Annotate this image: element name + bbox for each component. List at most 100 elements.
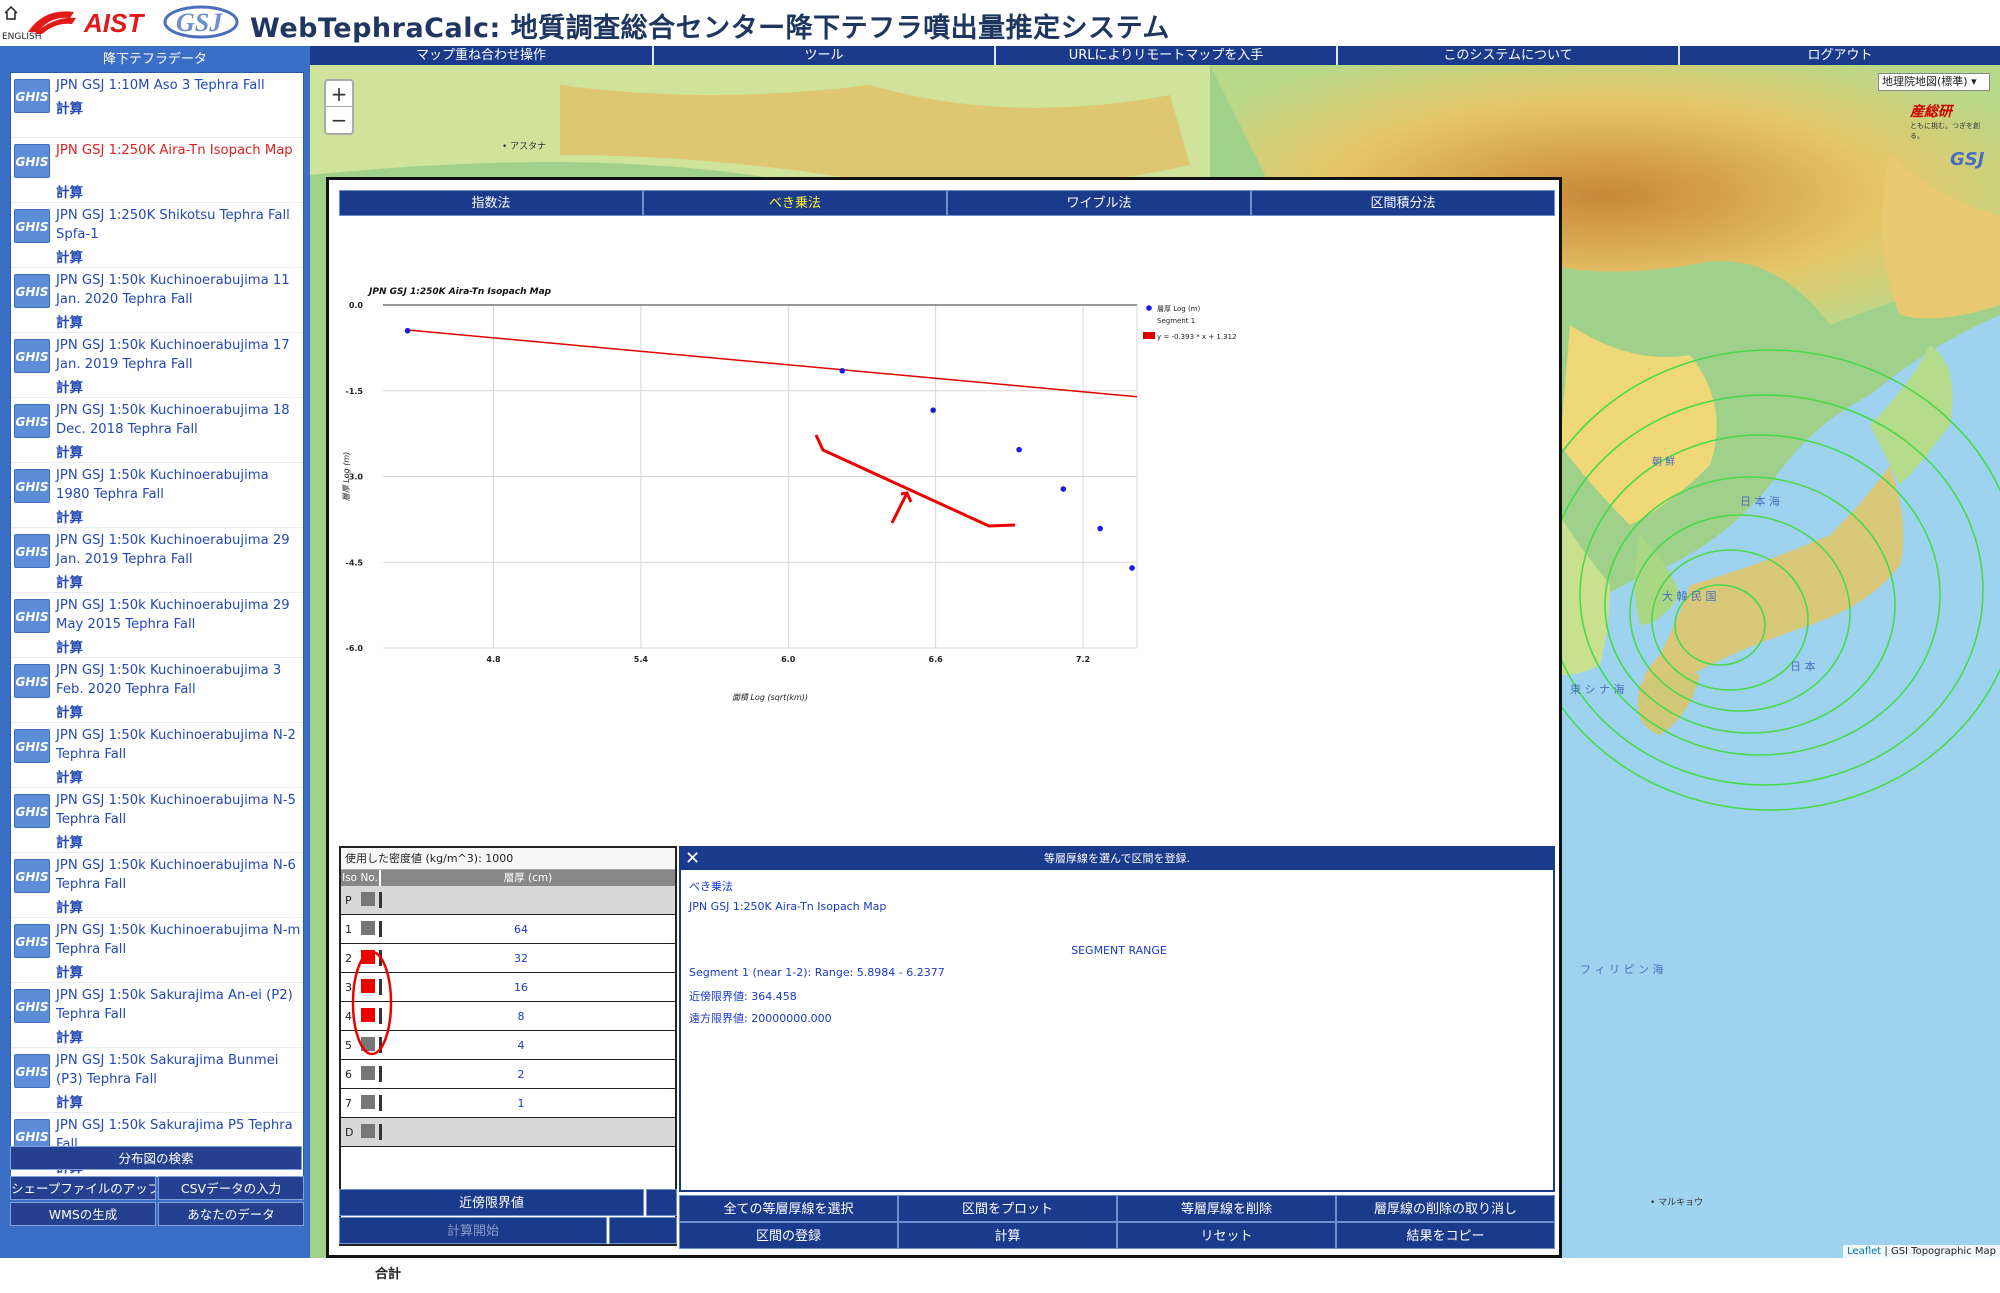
calc-link[interactable]: 計算: [56, 571, 83, 591]
y-tick-label: 0.0: [349, 301, 364, 310]
home-icon[interactable]: [4, 6, 18, 20]
tab-weibull[interactable]: ワイブル法: [947, 190, 1251, 216]
tephra-item[interactable]: GHIS JPN GSJ 1:50k Kuchinoerabujima 11 Ja…: [11, 268, 303, 333]
leaflet-link[interactable]: Leaflet: [1847, 1246, 1881, 1257]
calc-link[interactable]: 計算: [56, 376, 83, 396]
calc-link[interactable]: 計算: [56, 97, 83, 117]
map-type-select[interactable]: 地理院地図(標準) ▾: [1878, 73, 1990, 91]
wms-generate-button[interactable]: WMSの生成: [10, 1202, 156, 1226]
tephra-item[interactable]: GHIS JPN GSJ 1:50k Sakurajima An-ei (P2) …: [11, 983, 303, 1048]
tephra-item[interactable]: GHIS JPN GSJ 1:50k Kuchinoerabujima 18 De…: [11, 398, 303, 463]
calc-link[interactable]: 計算: [56, 311, 83, 331]
tephra-item-name[interactable]: JPN GSJ 1:50k Kuchinoerabujima 29 Jan. 2…: [56, 531, 302, 569]
delete-isopach-button[interactable]: 等層厚線を削除: [1117, 1195, 1336, 1222]
row-checkbox[interactable]: [361, 1124, 375, 1138]
tephra-item[interactable]: GHIS JPN GSJ 1:250K Shikotsu Tephra Fall …: [11, 203, 303, 268]
tephra-item-name[interactable]: JPN GSJ 1:50k Kuchinoerabujima N-m Tephr…: [56, 921, 302, 959]
tephra-item[interactable]: GHIS JPN GSJ 1:50k Kuchinoerabujima 17 Ja…: [11, 333, 303, 398]
tephra-item[interactable]: GHIS JPN GSJ 1:10M Aso 3 Tephra Fall 計算: [11, 73, 303, 138]
calc-link[interactable]: 計算: [56, 701, 83, 721]
menu-about[interactable]: このシステムについて: [1336, 46, 1678, 65]
close-icon[interactable]: ✕: [685, 848, 700, 870]
calc-link[interactable]: 計算: [56, 181, 83, 201]
menu-logout[interactable]: ログアウト: [1678, 46, 2000, 65]
row-checkbox[interactable]: [361, 1066, 375, 1080]
calc-link[interactable]: 計算: [56, 441, 83, 461]
ghis-icon: GHIS: [14, 663, 50, 698]
calc-link[interactable]: 計算: [56, 896, 83, 916]
tephra-item-name[interactable]: JPN GSJ 1:50k Sakurajima An-ei (P2) Teph…: [56, 986, 302, 1024]
tephra-item-name[interactable]: JPN GSJ 1:250K Shikotsu Tephra Fall Spfa…: [56, 206, 302, 244]
tephra-item-name[interactable]: JPN GSJ 1:50k Kuchinoerabujima 29 May 20…: [56, 596, 302, 634]
tephra-item[interactable]: GHIS JPN GSJ 1:50k Kuchinoerabujima 29 Ja…: [11, 528, 303, 593]
tephra-item[interactable]: GHIS JPN GSJ 1:50k Kuchinoerabujima N-2 T…: [11, 723, 303, 788]
proximal-limit-button[interactable]: 近傍限界値: [339, 1189, 644, 1216]
tephra-item[interactable]: GHIS JPN GSJ 1:50k Kuchinoerabujima 1980 …: [11, 463, 303, 528]
select-all-isopachs-button[interactable]: 全ての等層厚線を選択: [679, 1195, 898, 1222]
csv-input-button[interactable]: CSVデータの入力: [158, 1176, 304, 1200]
table-header: Iso No. 層厚 (cm): [341, 870, 675, 886]
gsj-map-logo: GSJ: [1950, 149, 1985, 170]
tephra-item-name[interactable]: JPN GSJ 1:50k Sakurajima Bunmei (P3) Tep…: [56, 1051, 302, 1089]
calc-link[interactable]: 計算: [56, 1026, 83, 1046]
map-search-button[interactable]: 分布図の検索: [10, 1146, 302, 1170]
row-checkbox[interactable]: [361, 1095, 375, 1109]
shapefile-upload-button[interactable]: シェープファイルのアップ: [10, 1176, 156, 1200]
isopach-table: 使用した密度値 (kg/m^3): 1000 Iso No. 層厚 (cm) P…: [339, 846, 677, 1246]
tephra-item[interactable]: GHIS JPN GSJ 1:50k Kuchinoerabujima N-6 T…: [11, 853, 303, 918]
tephra-item-name[interactable]: JPN GSJ 1:10M Aso 3 Tephra Fall: [56, 76, 302, 95]
calc-link[interactable]: 計算: [56, 246, 83, 266]
tephra-item[interactable]: GHIS JPN GSJ 1:50k Kuchinoerabujima N-5 T…: [11, 788, 303, 853]
tephra-item[interactable]: GHIS JPN GSJ 1:50k Sakurajima Bunmei (P3)…: [11, 1048, 303, 1113]
tephra-item-name[interactable]: JPN GSJ 1:50k Kuchinoerabujima 11 Jan. 2…: [56, 271, 302, 309]
row-checkbox[interactable]: [361, 921, 375, 935]
plot-segment-button[interactable]: 区間をプロット: [898, 1195, 1117, 1222]
chart: 4.8 5.4 6.0 6.6 7.2 0.0 -1.5 -3.0 -4.5 -6.0 JPN GS…: [339, 240, 1555, 800]
calc-link[interactable]: 計算: [56, 831, 83, 851]
tephra-item[interactable]: GHIS JPN GSJ 1:50k Kuchinoerabujima 3 Feb…: [11, 658, 303, 723]
aist-logo-text: AIST: [83, 8, 145, 38]
tephra-item[interactable]: GHIS JPN GSJ 1:50k Kuchinoerabujima 29 Ma…: [11, 593, 303, 658]
row-checkbox[interactable]: [361, 892, 375, 906]
copy-results-button[interactable]: 結果をコピー: [1336, 1222, 1555, 1249]
tab-exponential[interactable]: 指数法: [339, 190, 643, 216]
data-point: [404, 327, 411, 334]
register-segment-button[interactable]: 区間の登録: [679, 1222, 898, 1249]
y-axis-label: 層厚 Log (m): [342, 452, 351, 502]
start-calc-extra[interactable]: [609, 1217, 677, 1244]
distal-limit-value: 遠方限界値: 20000000.000: [689, 1012, 832, 1025]
menu-tools[interactable]: ツール: [652, 46, 994, 65]
tephra-item[interactable]: GHIS JPN GSJ 1:50k Kuchinoerabujima N-m T…: [11, 918, 303, 983]
tephra-item-name[interactable]: JPN GSJ 1:50k Kuchinoerabujima N-6 Tephr…: [56, 856, 302, 894]
proximal-limit-extra[interactable]: [646, 1189, 677, 1216]
tephra-item-name[interactable]: JPN GSJ 1:50k Kuchinoerabujima N-5 Tephr…: [56, 791, 302, 829]
start-calc-button[interactable]: 計算開始: [339, 1217, 607, 1244]
zoom-in-button[interactable]: +: [326, 81, 352, 107]
menu-map-overlay[interactable]: マップ重ね合わせ操作: [310, 46, 652, 65]
calc-link[interactable]: 計算: [56, 766, 83, 786]
tephra-item-name[interactable]: JPN GSJ 1:250K Aira-Tn Isopach Map: [56, 141, 302, 160]
tephra-item-name[interactable]: JPN GSJ 1:50k Kuchinoerabujima 17 Jan. 2…: [56, 336, 302, 374]
tab-segment-integral[interactable]: 区間積分法: [1251, 190, 1555, 216]
row-divider: [379, 1066, 382, 1082]
tephra-item[interactable]: GHIS JPN GSJ 1:250K Aira-Tn Isopach Map 計算: [11, 138, 303, 203]
calc-link[interactable]: 計算: [56, 636, 83, 656]
calc-link[interactable]: 計算: [56, 961, 83, 981]
x-axis-label: 面積 Log (sqrt(km)): [732, 693, 808, 702]
calc-link[interactable]: 計算: [56, 1091, 83, 1111]
your-data-button[interactable]: あなたのデータ: [158, 1202, 304, 1226]
tephra-list[interactable]: GHIS JPN GSJ 1:10M Aso 3 Tephra Fall 計算 GHI…: [10, 72, 304, 1178]
tephra-item-name[interactable]: JPN GSJ 1:50k Kuchinoerabujima 1980 Teph…: [56, 466, 302, 504]
segment-range-line: Segment 1 (near 1-2): Range: 5.8984 - 6.…: [689, 966, 945, 979]
zoom-out-button[interactable]: −: [326, 107, 352, 133]
menu-remote-map[interactable]: URLによりリモートマップを入手: [994, 46, 1336, 65]
calculate-button[interactable]: 計算: [898, 1222, 1117, 1249]
tephra-item-name[interactable]: JPN GSJ 1:50k Kuchinoerabujima 3 Feb. 20…: [56, 661, 302, 699]
fit-line: [407, 329, 1138, 398]
tab-power-law[interactable]: べき乗法: [643, 190, 947, 216]
tephra-item-name[interactable]: JPN GSJ 1:50k Kuchinoerabujima 18 Dec. 2…: [56, 401, 302, 439]
undo-delete-button[interactable]: 層厚線の削除の取り消し: [1336, 1195, 1555, 1222]
reset-button[interactable]: リセット: [1117, 1222, 1336, 1249]
tephra-item-name[interactable]: JPN GSJ 1:50k Kuchinoerabujima N-2 Tephr…: [56, 726, 302, 764]
calc-link[interactable]: 計算: [56, 506, 83, 526]
